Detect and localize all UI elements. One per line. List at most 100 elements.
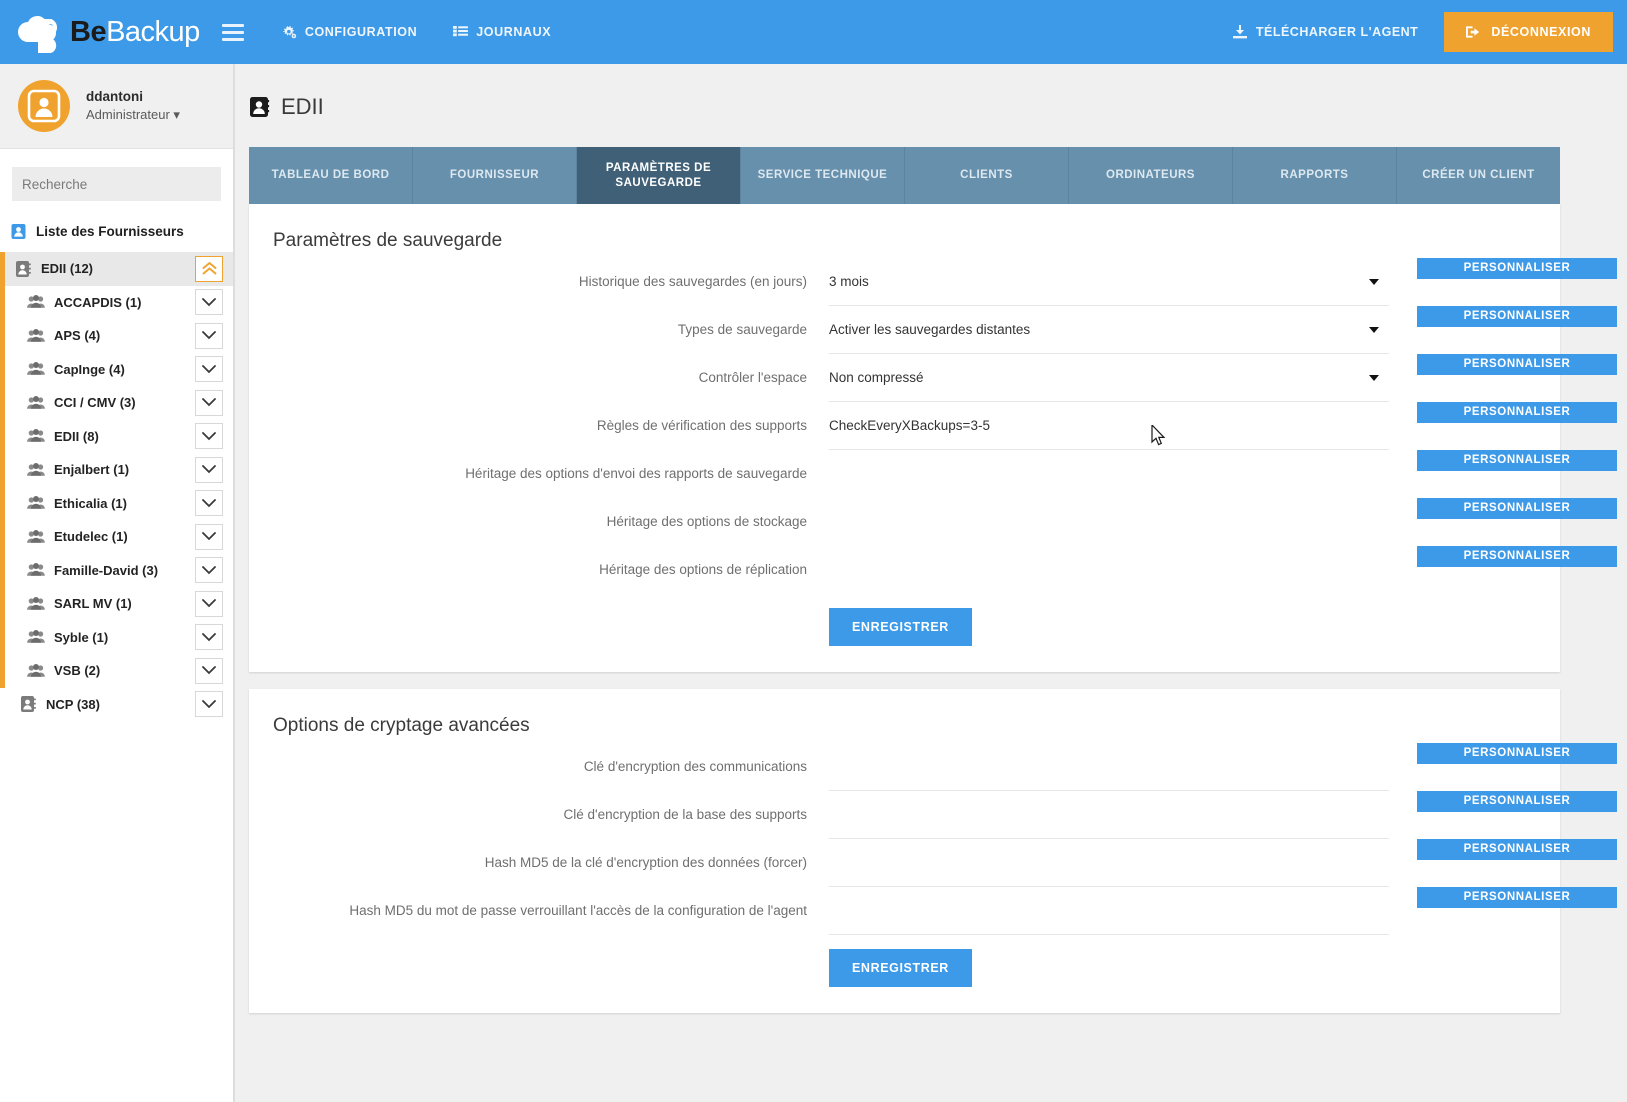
- users-icon: [27, 529, 45, 544]
- brand-logo[interactable]: BeBackup: [0, 12, 200, 53]
- tree-item[interactable]: Famille-David (3): [0, 553, 233, 587]
- users-icon: [27, 496, 45, 510]
- form-row: Héritage des options de réplication PERS…: [249, 546, 1617, 594]
- tree-item[interactable]: Ethicalia (1): [0, 486, 233, 520]
- tree-item-label: CCI / CMV (3): [54, 395, 136, 411]
- nav-journaux[interactable]: JOURNAUX: [453, 25, 551, 39]
- tree-item-label: EDII (8): [54, 428, 99, 444]
- page-title-label: EDII: [281, 94, 324, 119]
- form-control: CheckEveryXBackups=3-5 PERSONNALISER: [807, 402, 1617, 450]
- customize-button[interactable]: PERSONNALISER: [1417, 887, 1617, 908]
- chevron-down-icon[interactable]: [195, 523, 223, 550]
- customize-button[interactable]: PERSONNALISER: [1417, 546, 1617, 567]
- text-field[interactable]: [829, 887, 1389, 935]
- tree-item-label: EDII (12): [41, 261, 94, 277]
- tree-item[interactable]: Enjalbert (1): [0, 453, 233, 487]
- chevron-up-icon[interactable]: [195, 255, 223, 282]
- text-field[interactable]: [829, 839, 1389, 887]
- chevron-down-icon[interactable]: [195, 322, 223, 349]
- customize-button[interactable]: PERSONNALISER: [1417, 306, 1617, 327]
- text-field[interactable]: [829, 791, 1389, 839]
- tree-item[interactable]: SARL MV (1): [0, 587, 233, 621]
- form-label: Contrôler l'espace: [698, 370, 807, 385]
- gears-icon: [282, 25, 297, 39]
- hamburger-icon[interactable]: [221, 23, 244, 41]
- save-backup-settings-button[interactable]: ENREGISTRER: [829, 608, 972, 646]
- tab-label: SERVICE TECHNIQUE: [757, 169, 888, 182]
- select-field[interactable]: Activer les sauvegardes distantes: [829, 306, 1389, 354]
- tree-item-label: Ethicalia (1): [54, 495, 127, 511]
- form-label: Règles de vérification des supports: [596, 418, 807, 433]
- form-label: Types de sauvegarde: [677, 322, 807, 337]
- customize-button-wrap: PERSONNALISER: [1417, 887, 1617, 908]
- chevron-down-icon[interactable]: [195, 389, 223, 416]
- tree-item[interactable]: ACCAPDIS (1): [0, 285, 233, 319]
- download-agent-button[interactable]: TÉLÉCHARGER L'AGENT: [1232, 25, 1418, 39]
- chevron-down-icon[interactable]: [195, 590, 223, 617]
- tree-item[interactable]: VSB (2): [0, 654, 233, 688]
- form-control: PERSONNALISER: [807, 887, 1617, 935]
- form-row: Hash MD5 du mot de passe verrouillant l'…: [249, 887, 1617, 935]
- select-field[interactable]: 3 mois: [829, 258, 1389, 306]
- top-bar-right-actions: TÉLÉCHARGER L'AGENT DÉCONNEXION: [1232, 12, 1627, 52]
- tab-param-tres-de-sauvegarde[interactable]: PARAMÈTRES DE SAUVEGARDE: [577, 147, 741, 204]
- tab-clients[interactable]: CLIENTS: [905, 147, 1069, 204]
- customize-button[interactable]: PERSONNALISER: [1417, 743, 1617, 764]
- select-field[interactable]: Non compressé: [829, 354, 1389, 402]
- customize-button[interactable]: PERSONNALISER: [1417, 450, 1617, 471]
- text-field[interactable]: CheckEveryXBackups=3-5: [829, 402, 1389, 450]
- chevron-down-icon[interactable]: [195, 624, 223, 651]
- main-content: EDII TABLEAU DE BORD FOURNISSEUR PARAMÈTRE…: [234, 64, 1627, 1102]
- users-icon: [27, 328, 45, 343]
- tree-item[interactable]: NCP (38): [0, 688, 233, 722]
- chevron-down-icon[interactable]: [195, 691, 223, 718]
- customize-button-wrap: PERSONNALISER: [1417, 402, 1617, 423]
- tree-item[interactable]: APS (4): [0, 319, 233, 353]
- download-icon: [1232, 25, 1247, 39]
- tree-item[interactable]: CCI / CMV (3): [0, 386, 233, 420]
- logout-button[interactable]: DÉCONNEXION: [1444, 12, 1613, 52]
- customize-button-wrap: PERSONNALISER: [1417, 450, 1617, 471]
- customize-button[interactable]: PERSONNALISER: [1417, 791, 1617, 812]
- profile-role[interactable]: Administrateur ▾: [86, 107, 180, 123]
- form-control: Non compressé PERSONNALISER: [807, 354, 1617, 402]
- tree-item[interactable]: EDII (12): [0, 252, 233, 286]
- tab-label: CRÉER UN CLIENT: [1422, 169, 1535, 182]
- tab-cr-er-un-client[interactable]: CRÉER UN CLIENT: [1397, 147, 1560, 204]
- chevron-down-icon[interactable]: [195, 423, 223, 450]
- form-label: Hash MD5 du mot de passe verrouillant l'…: [349, 903, 807, 918]
- customize-button-wrap: PERSONNALISER: [1417, 258, 1617, 279]
- encryption-options-title: Options de cryptage avancées: [273, 715, 530, 736]
- text-field[interactable]: [829, 743, 1389, 791]
- form-label: Héritage des options d'envoi des rapport…: [465, 466, 807, 481]
- search-input[interactable]: [12, 167, 221, 201]
- customize-button[interactable]: PERSONNALISER: [1417, 354, 1617, 375]
- user-profile[interactable]: ddantoni Administrateur ▾: [0, 64, 233, 149]
- field-value: 3 mois: [829, 274, 869, 289]
- chevron-down-icon[interactable]: [195, 657, 223, 684]
- chevron-down-icon[interactable]: [195, 557, 223, 584]
- tab-tableau-de-bord[interactable]: TABLEAU DE BORD: [249, 147, 413, 204]
- customize-button[interactable]: PERSONNALISER: [1417, 839, 1617, 860]
- users-icon: [27, 395, 45, 410]
- brand-name: BeBackup: [70, 15, 200, 48]
- customize-button[interactable]: PERSONNALISER: [1417, 402, 1617, 423]
- chevron-down-icon[interactable]: [195, 356, 223, 383]
- save-encryption-options-button[interactable]: ENREGISTRER: [829, 949, 972, 987]
- tab-rapports[interactable]: RAPPORTS: [1233, 147, 1397, 204]
- tree-item[interactable]: CapInge (4): [0, 352, 233, 386]
- form-control: PERSONNALISER: [807, 546, 1617, 594]
- tree-item[interactable]: Etudelec (1): [0, 520, 233, 554]
- nav-configuration[interactable]: CONFIGURATION: [282, 25, 417, 39]
- chevron-down-icon[interactable]: [195, 289, 223, 316]
- tree-item[interactable]: EDII (8): [0, 419, 233, 453]
- chevron-down-icon: ▾: [173, 107, 180, 122]
- tab-service-technique[interactable]: SERVICE TECHNIQUE: [741, 147, 905, 204]
- tree-item[interactable]: Syble (1): [0, 620, 233, 654]
- tab-fournisseur[interactable]: FOURNISSEUR: [413, 147, 577, 204]
- customize-button[interactable]: PERSONNALISER: [1417, 258, 1617, 279]
- chevron-down-icon[interactable]: [195, 456, 223, 483]
- chevron-down-icon[interactable]: [195, 490, 223, 517]
- customize-button[interactable]: PERSONNALISER: [1417, 498, 1617, 519]
- tab-ordinateurs[interactable]: ORDINATEURS: [1069, 147, 1233, 204]
